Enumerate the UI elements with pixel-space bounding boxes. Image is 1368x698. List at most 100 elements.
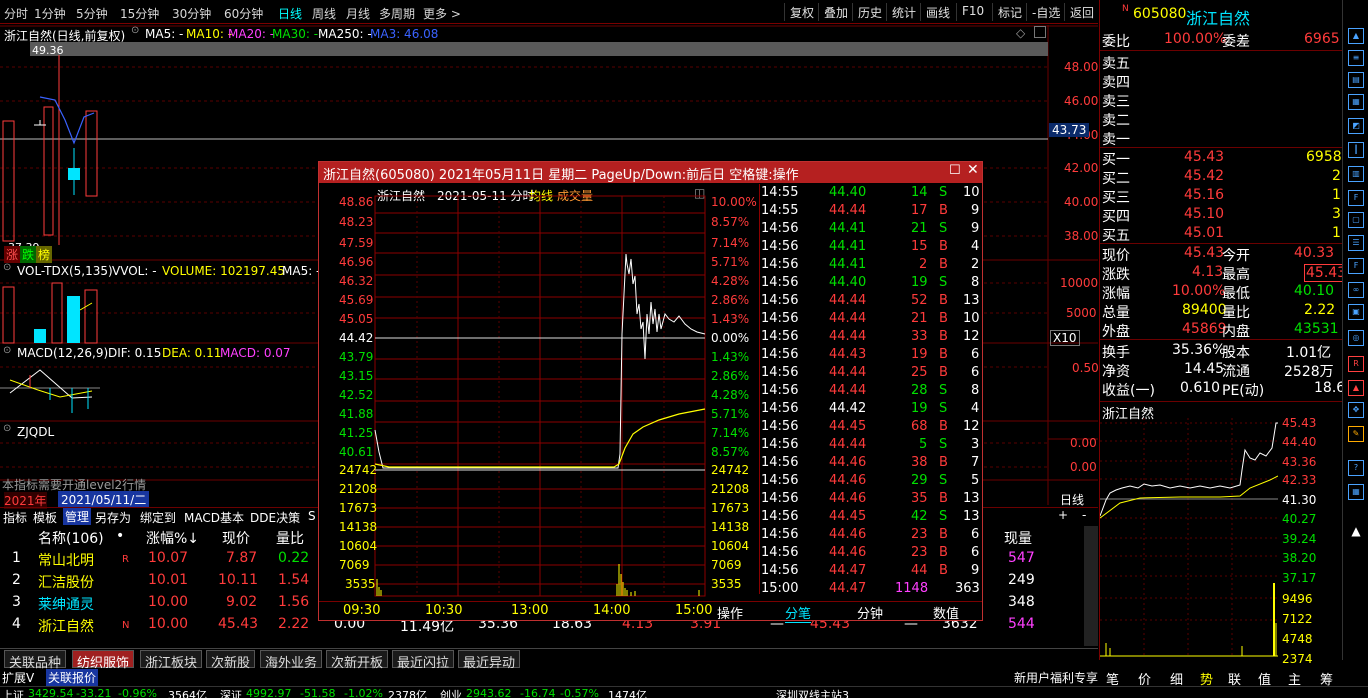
zj-dropdown-icon[interactable]: ⊙	[3, 423, 11, 434]
period-30min[interactable]: 30分钟	[172, 5, 211, 22]
popup-vol-tick: 21208	[339, 482, 378, 496]
tab-textile[interactable]: 纺织服饰	[72, 650, 135, 671]
label: 买二	[1102, 171, 1130, 187]
overlay-button[interactable]: 叠加	[818, 3, 853, 21]
related-quote-button[interactable]: 关联报价	[46, 669, 99, 686]
period-5min[interactable]: 5分钟	[76, 5, 108, 22]
tick-row: 14:56 44.41 2 B 2	[759, 256, 982, 274]
vol-dropdown-icon[interactable]: ⊙	[3, 262, 11, 273]
tab-overseas[interactable]: 海外业务	[260, 650, 323, 671]
popup-vol-tick: 17673	[339, 501, 378, 515]
maximize-icon[interactable]: ☐	[949, 163, 961, 178]
sh-label[interactable]: 上证	[2, 687, 24, 698]
vol-title: VOL-TDX(5,135)	[17, 264, 113, 278]
list-scrollbar[interactable]	[1084, 526, 1098, 646]
promo-link[interactable]: 新用户福利专享	[1014, 669, 1098, 686]
server-label[interactable]: 深圳双线主站3	[776, 687, 849, 698]
stat-row: 总量 89400 量比 2.22	[1100, 301, 1342, 321]
label: 卖五	[1102, 56, 1130, 72]
grid-icon[interactable]: ▦	[1348, 484, 1364, 500]
period-multi[interactable]: 多周期	[379, 5, 415, 22]
f10-button[interactable]: F10	[956, 3, 989, 21]
col-name[interactable]: 名称(106)	[38, 528, 104, 548]
back-button[interactable]: 返回	[1064, 3, 1099, 21]
popup-titlebar[interactable]: 浙江自然(605080) 2021年05月11日 星期二 PageUp/Down…	[319, 162, 982, 183]
col-xl[interactable]: 现量	[1004, 528, 1032, 548]
tick-side: B	[939, 329, 948, 344]
tick-price: 44.43	[829, 347, 867, 362]
period-fenshi[interactable]: 分时	[4, 5, 28, 22]
stats-button[interactable]: 统计	[886, 3, 921, 21]
tab-fenbi[interactable]: 分笔	[785, 603, 812, 623]
period-60min[interactable]: 60分钟	[224, 5, 263, 22]
tab-newopen[interactable]: 次新开板	[326, 650, 389, 671]
kline-icon[interactable]: ┃	[1348, 142, 1364, 158]
tab-related[interactable]: 关联品种	[4, 650, 67, 671]
mini-tick: 37.17	[1282, 571, 1317, 585]
period-1min[interactable]: 1分钟	[34, 5, 66, 22]
link-icon[interactable]: ∞	[1348, 282, 1364, 298]
tick-row: 14:56 44.46 29 S 5	[759, 472, 982, 490]
move-icon[interactable]: ✥	[1348, 402, 1364, 418]
pencil-icon[interactable]: ✎	[1348, 426, 1364, 442]
period-15min[interactable]: 15分钟	[120, 5, 159, 22]
col-chg[interactable]: 涨幅%↓	[146, 528, 199, 548]
mark-button[interactable]: 标记	[992, 3, 1027, 21]
ma-dropdown-icon[interactable]: ⊙	[131, 25, 139, 36]
tab-new[interactable]: 次新股	[206, 650, 256, 671]
expand-button[interactable]: 扩展V	[2, 669, 34, 686]
up-arrow-icon[interactable]: ▲	[1350, 524, 1362, 538]
period-daily[interactable]: 日线	[278, 5, 302, 22]
f2-icon[interactable]: F	[1348, 258, 1364, 274]
col-price[interactable]: 现价	[222, 528, 250, 548]
lock-icon[interactable]: ▲	[1348, 380, 1364, 396]
calc-icon[interactable]: ▣	[1348, 304, 1364, 320]
tick-volume: 42	[911, 509, 928, 524]
watchlist-button[interactable]: -自选	[1026, 3, 1065, 21]
bang-badge[interactable]: 榜	[36, 246, 53, 263]
tab-flash[interactable]: 最近闪拉	[392, 650, 455, 671]
operate-button[interactable]: 操作	[717, 603, 743, 622]
macd-dropdown-icon[interactable]: ⊙	[3, 345, 11, 356]
quote-icon[interactable]: ▤	[1348, 72, 1364, 88]
period-more[interactable]: 更多 >	[423, 5, 461, 22]
popup-price-tick: 48.23	[339, 215, 374, 229]
up-icon[interactable]: ▲	[1348, 28, 1364, 44]
tab-fenzhong[interactable]: 分钟	[857, 603, 883, 622]
sz-label[interactable]: 深证	[220, 687, 242, 698]
doc-icon[interactable]: ▢	[1348, 212, 1364, 228]
popup-vol-tick-r: 21208	[711, 482, 750, 496]
news-icon[interactable]: ▥	[1348, 166, 1364, 182]
tick-count: 9	[971, 563, 980, 578]
period-monthly[interactable]: 月线	[346, 5, 370, 22]
tab-zhejiang[interactable]: 浙江板块	[140, 650, 203, 671]
close-icon[interactable]: ✕	[967, 162, 979, 178]
kline-maximize-icon[interactable]	[1034, 26, 1046, 38]
col-lb[interactable]: 量比	[276, 528, 304, 548]
history-button[interactable]: 历史	[852, 3, 887, 21]
draw-button[interactable]: 画线	[920, 3, 955, 21]
kline-collapse-icon[interactable]: ◇	[1016, 26, 1025, 40]
fuquan-button[interactable]: 复权	[784, 3, 819, 21]
popup-intraday-chart[interactable]	[319, 184, 759, 601]
tick-list: 14:55 44.40 14 S 10 14:55 44.44 17 B 9 14:56 44.41 2…	[759, 184, 982, 596]
tick-row: 14:56 44.40 19 S 8	[759, 274, 982, 292]
sector-tabs: 关联品种 纺织服饰 浙江板块 次新股 海外业务 次新开板 最近闪拉 最近异动	[0, 648, 1098, 671]
tab-abnormal[interactable]: 最近异动	[458, 650, 521, 671]
ask-icon[interactable]: ?	[1348, 460, 1364, 476]
die-badge[interactable]: 跌	[20, 246, 37, 263]
tab-shuzhi[interactable]: 数值	[933, 603, 959, 622]
chart-icon[interactable]: ◩	[1348, 118, 1364, 134]
tick-time: 14:56	[761, 509, 799, 524]
rsi-icon[interactable]: R	[1348, 356, 1364, 372]
mini-intraday-chart[interactable]	[1100, 418, 1278, 658]
list-icon[interactable]: ☰	[1348, 235, 1364, 251]
target-icon[interactable]: ◎	[1348, 330, 1364, 346]
settings-icon[interactable]: ≡	[1348, 50, 1364, 66]
sh-amount: 3564亿	[168, 689, 207, 698]
f10-icon[interactable]: F	[1348, 190, 1364, 206]
period-weekly[interactable]: 周线	[312, 5, 336, 22]
zhang-badge[interactable]: 涨	[4, 246, 21, 263]
cy-label[interactable]: 创业	[440, 687, 462, 698]
table-icon[interactable]: ▦	[1348, 94, 1364, 110]
